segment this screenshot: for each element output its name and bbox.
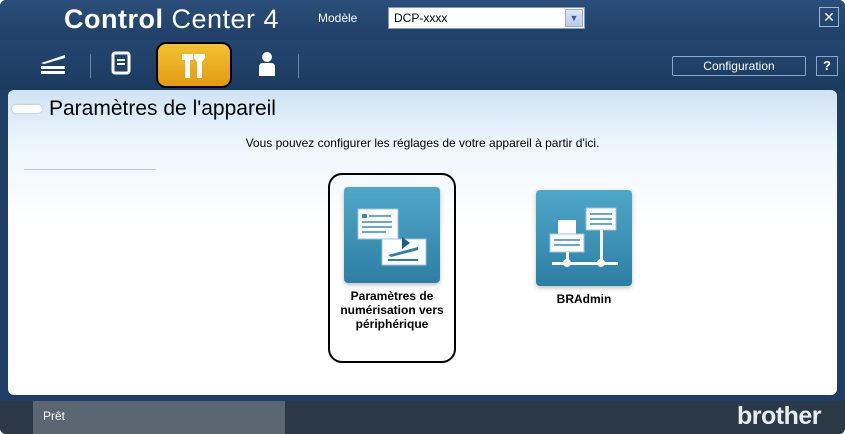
configuration-button[interactable]: Configuration xyxy=(672,56,806,76)
person-icon xyxy=(259,52,275,76)
app-title-bold: Control xyxy=(64,4,164,34)
tab-support[interactable] xyxy=(248,47,286,81)
model-label: Modèle xyxy=(318,11,358,25)
model-select-value: DCP-xxxx xyxy=(394,11,448,25)
description-text: Vous pouvez configurer les réglages de v… xyxy=(245,136,600,150)
brand-logo: brother xyxy=(737,402,822,430)
scan-to-device-settings-icon[interactable] xyxy=(344,187,440,283)
divider xyxy=(24,169,156,170)
toolbar: Configuration ? xyxy=(0,40,845,90)
bradmin-network-icon[interactable] xyxy=(536,190,632,286)
section-header: Paramètres de l'appareil xyxy=(12,96,276,122)
page-title: Paramètres de l'appareil xyxy=(49,97,276,120)
app-title-rest: Center 4 xyxy=(163,4,280,34)
section-bar-decoration xyxy=(12,105,42,113)
tools-icon xyxy=(182,54,205,78)
toolbar-divider xyxy=(298,54,299,78)
chevron-down-icon[interactable]: ▼ xyxy=(565,9,583,27)
toolbar-divider xyxy=(90,54,91,78)
tab-basic[interactable] xyxy=(102,47,140,81)
bradmin-button[interactable]: BRAdmin xyxy=(536,190,632,306)
document-icon xyxy=(111,51,131,75)
help-button[interactable]: ? xyxy=(816,56,838,76)
title-bar: Control Center 4 Modèle DCP-xxxx ▼ ✕ xyxy=(0,0,845,40)
close-button[interactable]: ✕ xyxy=(819,7,839,27)
bradmin-label: BRAdmin xyxy=(556,292,612,306)
app-title: Control Center 4 xyxy=(64,4,279,35)
tab-device-settings[interactable] xyxy=(156,42,232,88)
scan-to-device-settings-label: Paramètres de numérisation vers périphér… xyxy=(340,289,444,331)
status-bar: Prêt brother xyxy=(0,401,845,434)
tab-scan[interactable] xyxy=(34,47,72,81)
scan-to-device-settings-button[interactable]: Paramètres de numérisation vers périphér… xyxy=(328,173,456,363)
main-panel: Paramètres de l'appareil Vous pouvez con… xyxy=(8,90,837,395)
control-center-window: Control Center 4 Modèle DCP-xxxx ▼ ✕ Con… xyxy=(0,0,845,434)
scanner-icon xyxy=(41,55,65,74)
status-text: Prêt xyxy=(33,401,285,434)
model-select[interactable]: DCP-xxxx ▼ xyxy=(388,7,585,29)
